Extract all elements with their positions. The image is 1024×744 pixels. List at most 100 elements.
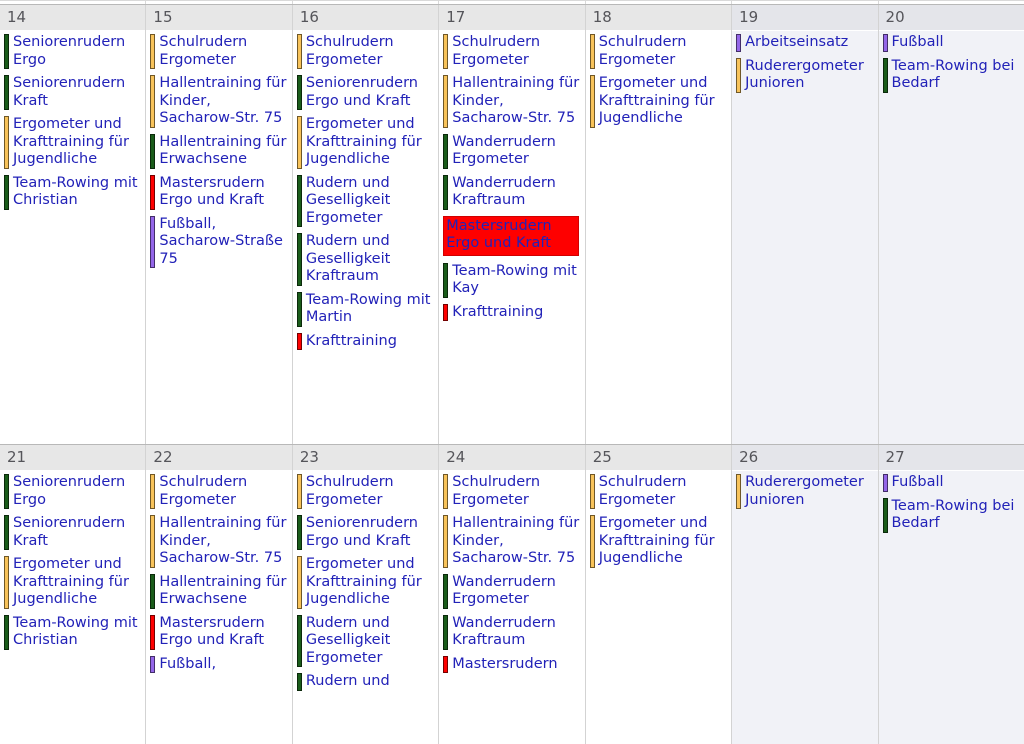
calendar-event[interactable]: Team-Rowing mit Christian [4, 614, 143, 650]
event-color-stripe-red [443, 655, 449, 673]
calendar-event[interactable]: Schulrudern Ergometer [150, 474, 289, 509]
day-cell[interactable]: 23 Schulrudern Ergometer Seniorenrudern Er… [292, 445, 440, 744]
calendar-event[interactable]: Fußball [882, 474, 1022, 492]
event-color-stripe-green [296, 233, 302, 286]
calendar-event[interactable]: Seniorenrudern Kraft [4, 515, 143, 550]
day-cell[interactable]: 14 Seniorenrudern Ergo Seniorenrudern Kraf… [0, 5, 147, 444]
calendar-event[interactable]: Seniorenrudern Ergo [4, 34, 143, 69]
day-cell[interactable]: 26 Ruderergometer Junioren [732, 445, 879, 744]
day-header[interactable]: 19 [732, 5, 878, 31]
calendar-event[interactable]: Fußball [882, 34, 1022, 52]
calendar-event-selected[interactable]: Mastersrudern Ergo und Kraft [443, 215, 579, 256]
calendar-event[interactable]: Ergometer und Krafttraining für Jugendli… [4, 556, 143, 609]
day-number[interactable]: 14 [7, 10, 26, 25]
day-number[interactable]: 19 [739, 10, 758, 25]
calendar-event[interactable]: Hallentraining für Erwachsene [150, 573, 289, 609]
day-cell[interactable]: 22 Schulrudern Ergometer Hallentraining fü… [146, 445, 293, 744]
calendar-event[interactable]: Rudern und Geselligkeit Kraftraum [296, 233, 436, 286]
calendar-event[interactable]: Mastersrudern [443, 655, 582, 673]
day-cell[interactable]: 24 Schulrudern Ergometer Hallentraining fü… [439, 445, 586, 744]
day-number[interactable]: 27 [886, 450, 905, 465]
calendar-event[interactable]: Rudern und Geselligkeit Ergometer [296, 614, 436, 667]
calendar-event[interactable]: Fußball, Sacharow-Straße 75 [150, 215, 289, 268]
day-number[interactable]: 18 [593, 10, 612, 25]
day-cell[interactable]: 25 Schulrudern Ergometer Ergometer und Kra… [585, 445, 733, 744]
day-cell[interactable]: 18 Schulrudern Ergometer Ergometer und Kra… [585, 5, 733, 444]
calendar-event[interactable]: Team-Rowing mit Martin [296, 291, 436, 327]
calendar-event[interactable]: Ergometer und Krafttraining für Jugendli… [589, 75, 729, 128]
day-cell[interactable]: 16 Schulrudern Ergometer Seniorenrudern Er… [292, 5, 440, 444]
calendar-event[interactable]: Wanderrudern Ergometer [443, 573, 582, 609]
day-header[interactable]: 18 [585, 5, 732, 31]
event-title: Fußball [891, 34, 944, 50]
calendar-event[interactable]: Hallentraining für Kinder, Sacharow-Str.… [150, 515, 289, 568]
calendar-event[interactable]: Seniorenrudern Ergo und Kraft [296, 75, 436, 110]
day-number[interactable]: 16 [300, 10, 319, 25]
day-number[interactable]: 17 [446, 10, 465, 25]
calendar-event[interactable]: Ergometer und Krafttraining für Jugendli… [296, 556, 436, 609]
day-number[interactable]: 22 [153, 450, 172, 465]
calendar-event[interactable]: Schulrudern Ergometer [589, 34, 729, 69]
calendar-event[interactable]: Krafttraining [296, 332, 436, 350]
day-cell[interactable]: 17 Schulrudern Ergometer Hallentraining fü… [439, 5, 586, 444]
calendar-event[interactable]: Team-Rowing bei Bedarf [882, 497, 1022, 533]
day-cell[interactable]: 20 Fußball Team-Rowing bei Bedarf [878, 5, 1024, 444]
day-cell[interactable]: 21 Seniorenrudern Ergo Seniorenrudern Kraf… [0, 445, 147, 744]
day-number[interactable]: 20 [886, 10, 905, 25]
calendar-event[interactable]: Ergometer und Krafttraining für Jugendli… [4, 116, 143, 169]
event-title: Ergometer und Krafttraining für Jugendli… [598, 75, 715, 126]
calendar-event[interactable]: Hallentraining für Kinder, Sacharow-Str.… [443, 515, 582, 568]
calendar-event[interactable]: Rudern und [296, 673, 436, 691]
day-cell[interactable]: 15 Schulrudern Ergometer Hallentraining fü… [146, 5, 293, 444]
day-header[interactable]: 14 [0, 5, 146, 31]
day-header[interactable]: 16 [292, 5, 439, 31]
calendar-event[interactable]: Schulrudern Ergometer [296, 34, 436, 69]
calendar-event[interactable]: Team-Rowing bei Bedarf [882, 57, 1022, 93]
day-header[interactable]: 27 [878, 445, 1024, 471]
day-header[interactable]: 15 [146, 5, 292, 31]
calendar-event[interactable]: Ergometer und Krafttraining für Jugendli… [296, 116, 436, 169]
calendar-event[interactable]: Mastersrudern Ergo und Kraft [150, 174, 289, 210]
day-number[interactable]: 25 [593, 450, 612, 465]
day-number[interactable]: 15 [153, 10, 172, 25]
day-header[interactable]: 24 [439, 445, 585, 471]
calendar-event[interactable]: Team-Rowing mit Christian [4, 174, 143, 210]
calendar-event[interactable]: Schulrudern Ergometer [589, 474, 729, 509]
calendar-event[interactable]: Seniorenrudern Ergo [4, 474, 143, 509]
day-header[interactable]: 23 [292, 445, 439, 471]
calendar-event[interactable]: Hallentraining für Kinder, Sacharow-Str.… [443, 75, 582, 128]
day-number[interactable]: 24 [446, 450, 465, 465]
day-cell[interactable]: 27 Fußball Team-Rowing bei Bedarf [878, 445, 1024, 744]
calendar-event[interactable]: Mastersrudern Ergo und Kraft [150, 614, 289, 650]
day-header[interactable]: 17 [439, 5, 585, 31]
calendar-event[interactable]: Ergometer und Krafttraining für Jugendli… [589, 515, 729, 568]
calendar-event[interactable]: Schulrudern Ergometer [296, 474, 436, 509]
day-header[interactable]: 25 [585, 445, 732, 471]
calendar-event[interactable]: Rudern und Geselligkeit Ergometer [296, 174, 436, 227]
calendar-event[interactable]: Ruderergometer Junioren [736, 57, 875, 93]
calendar-event[interactable]: Schulrudern Ergometer [150, 34, 289, 69]
calendar-event[interactable]: Fußball, [150, 655, 289, 673]
event-title: Seniorenrudern Ergo und Kraft [305, 75, 418, 109]
calendar-event[interactable]: Seniorenrudern Ergo und Kraft [296, 515, 436, 550]
day-number[interactable]: 23 [300, 450, 319, 465]
day-header[interactable]: 21 [0, 445, 146, 471]
day-header[interactable]: 26 [732, 445, 878, 471]
calendar-event[interactable]: Arbeitseinsatz [736, 34, 875, 52]
calendar-event[interactable]: Seniorenrudern Kraft [4, 75, 143, 110]
day-header[interactable]: 22 [146, 445, 292, 471]
day-header[interactable]: 20 [878, 5, 1024, 31]
calendar-event[interactable]: Wanderrudern Kraftraum [443, 614, 582, 650]
day-number[interactable]: 26 [739, 450, 758, 465]
calendar-event[interactable]: Hallentraining für Kinder, Sacharow-Str.… [150, 75, 289, 128]
calendar-event[interactable]: Schulrudern Ergometer [443, 474, 582, 509]
calendar-event[interactable]: Krafttraining [443, 303, 582, 321]
calendar-event[interactable]: Wanderrudern Ergometer [443, 133, 582, 169]
calendar-event[interactable]: Wanderrudern Kraftraum [443, 174, 582, 210]
day-number[interactable]: 21 [7, 450, 26, 465]
calendar-event[interactable]: Schulrudern Ergometer [443, 34, 582, 69]
calendar-event[interactable]: Team-Rowing mit Kay [443, 262, 582, 298]
calendar-event[interactable]: Hallentraining für Erwachsene [150, 133, 289, 169]
calendar-event[interactable]: Ruderergometer Junioren [736, 474, 875, 509]
day-cell[interactable]: 19 Arbeitseinsatz Ruderergometer Junioren [732, 5, 879, 444]
